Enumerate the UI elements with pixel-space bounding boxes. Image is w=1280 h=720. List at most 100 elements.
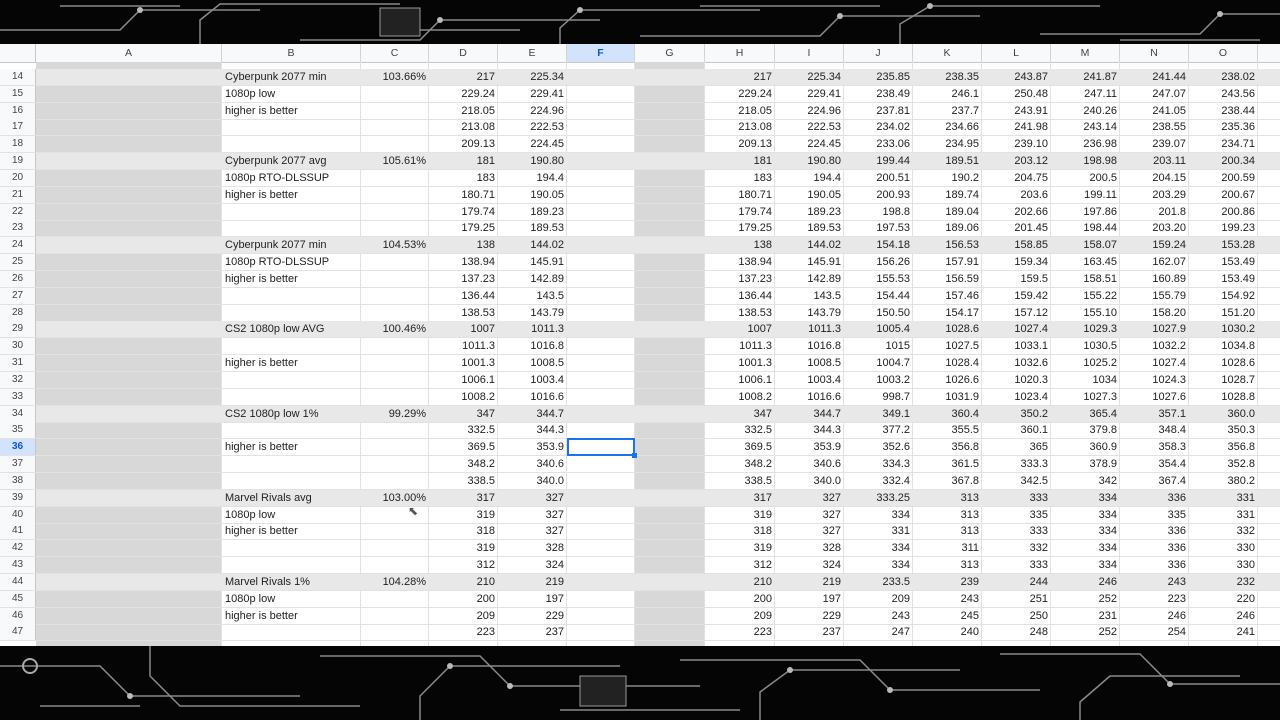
cell-e[interactable]: 327 <box>498 523 567 539</box>
cell-d[interactable]: 312 <box>429 557 498 573</box>
cell-i[interactable]: 328 <box>775 540 844 556</box>
cell-m[interactable]: 231 <box>1051 608 1120 624</box>
cell-e[interactable]: 219 <box>498 574 567 590</box>
cell-b[interactable]: higher is better <box>222 439 361 455</box>
cell-l[interactable]: 1023.4 <box>982 389 1051 405</box>
cell-j[interactable]: 247 <box>844 624 913 640</box>
cell-d[interactable]: 1007 <box>429 321 498 337</box>
cell-o[interactable]: 199.23 <box>1189 220 1258 236</box>
cell-m[interactable]: 155.10 <box>1051 305 1120 321</box>
cell-o[interactable]: 331 <box>1189 490 1258 506</box>
cell-j[interactable]: 233.5 <box>844 574 913 590</box>
cell-i[interactable]: 225.34 <box>775 69 844 85</box>
cell-k[interactable]: 189.74 <box>913 187 982 203</box>
cell-e[interactable]: 1008.5 <box>498 355 567 371</box>
row-header[interactable]: 25 <box>0 254 36 270</box>
cell-k[interactable]: 238.35 <box>913 69 982 85</box>
cell-m[interactable]: 1025.2 <box>1051 355 1120 371</box>
cell-h[interactable]: 210 <box>705 574 775 590</box>
cell-l[interactable]: 159.34 <box>982 254 1051 270</box>
cell-j[interactable]: 331 <box>844 523 913 539</box>
cell-j[interactable]: 198.8 <box>844 204 913 220</box>
cell-m[interactable]: 379.8 <box>1051 422 1120 438</box>
cell-n[interactable]: 336 <box>1120 540 1189 556</box>
cell-k[interactable]: 360.4 <box>913 406 982 422</box>
cell-b[interactable]: 1080p low <box>222 591 361 607</box>
cell-e[interactable]: 197 <box>498 591 567 607</box>
cell-j[interactable]: 154.18 <box>844 237 913 253</box>
cell-k[interactable]: 313 <box>913 490 982 506</box>
cell-j[interactable]: 235.85 <box>844 69 913 85</box>
cell-b[interactable]: Marvel Rivals 1% <box>222 574 361 590</box>
cell-j[interactable]: 200.93 <box>844 187 913 203</box>
cell-m[interactable]: 155.22 <box>1051 288 1120 304</box>
cell-i[interactable]: 143.79 <box>775 305 844 321</box>
cell-o[interactable]: 153.49 <box>1189 254 1258 270</box>
cell-d[interactable]: 332.5 <box>429 422 498 438</box>
cell-k[interactable]: 245 <box>913 608 982 624</box>
cell-o[interactable]: 220 <box>1189 591 1258 607</box>
row-header[interactable]: 17 <box>0 119 36 135</box>
cell-d[interactable]: 209 <box>429 608 498 624</box>
cell-n[interactable]: 162.07 <box>1120 254 1189 270</box>
cell-j[interactable]: 200.51 <box>844 170 913 186</box>
cell-n[interactable]: 238.55 <box>1120 119 1189 135</box>
cell-j[interactable]: 150.50 <box>844 305 913 321</box>
cell-n[interactable]: 239.07 <box>1120 136 1189 152</box>
cell-j[interactable]: 1015 <box>844 338 913 354</box>
cell-c[interactable]: 103.00% <box>361 490 429 506</box>
cell-n[interactable]: 357.1 <box>1120 406 1189 422</box>
cell-b[interactable]: 1080p RTO-DLSSUP <box>222 170 361 186</box>
column-header-g[interactable]: G <box>635 44 705 62</box>
cell-k[interactable]: 1028.4 <box>913 355 982 371</box>
cell-k[interactable]: 313 <box>913 523 982 539</box>
row-header[interactable]: 28 <box>0 305 36 321</box>
cell-h[interactable]: 348.2 <box>705 456 775 472</box>
cell-b[interactable]: Cyberpunk 2077 min <box>222 69 361 85</box>
cell-n[interactable]: 203.11 <box>1120 153 1189 169</box>
cell-h[interactable]: 209 <box>705 608 775 624</box>
cell-e[interactable]: 145.91 <box>498 254 567 270</box>
row-header[interactable]: 37 <box>0 456 36 472</box>
row-header[interactable]: 36 <box>0 439 36 455</box>
cell-o[interactable]: 1028.8 <box>1189 389 1258 405</box>
row-header[interactable]: 14 <box>0 69 36 85</box>
row-header[interactable]: 46 <box>0 608 36 624</box>
column-header-f[interactable]: F <box>567 44 635 62</box>
cell-l[interactable]: 342.5 <box>982 473 1051 489</box>
cell-e[interactable]: 142.89 <box>498 271 567 287</box>
cell-i[interactable]: 194.4 <box>775 170 844 186</box>
cell-k[interactable]: 156.53 <box>913 237 982 253</box>
cell-j[interactable]: 238.49 <box>844 86 913 102</box>
cell-i[interactable]: 189.23 <box>775 204 844 220</box>
cell-e[interactable]: 189.23 <box>498 204 567 220</box>
cell-l[interactable]: 239.10 <box>982 136 1051 152</box>
cell-k[interactable]: 240 <box>913 624 982 640</box>
cell-c[interactable]: 103.66% <box>361 69 429 85</box>
cell-n[interactable]: 155.79 <box>1120 288 1189 304</box>
cell-m[interactable]: 334 <box>1051 523 1120 539</box>
cell-m[interactable]: 241.87 <box>1051 69 1120 85</box>
cell-j[interactable]: 334 <box>844 540 913 556</box>
cell-j[interactable]: 197.53 <box>844 220 913 236</box>
cell-h[interactable]: 312 <box>705 557 775 573</box>
cell-o[interactable]: 200.67 <box>1189 187 1258 203</box>
cell-k[interactable]: 1028.6 <box>913 321 982 337</box>
cell-i[interactable]: 237 <box>775 624 844 640</box>
cell-i[interactable]: 327 <box>775 490 844 506</box>
cell-m[interactable]: 365.4 <box>1051 406 1120 422</box>
cell-o[interactable]: 350.3 <box>1189 422 1258 438</box>
row-header[interactable]: 16 <box>0 103 36 119</box>
cell-o[interactable]: 153.28 <box>1189 237 1258 253</box>
cell-e[interactable]: 324 <box>498 557 567 573</box>
active-cell-selection[interactable] <box>567 438 635 456</box>
cell-d[interactable]: 136.44 <box>429 288 498 304</box>
cell-o[interactable]: 330 <box>1189 557 1258 573</box>
cell-k[interactable]: 1031.9 <box>913 389 982 405</box>
cell-m[interactable]: 198.98 <box>1051 153 1120 169</box>
cell-j[interactable]: 237.81 <box>844 103 913 119</box>
cell-d[interactable]: 138.94 <box>429 254 498 270</box>
cell-m[interactable]: 334 <box>1051 490 1120 506</box>
cell-e[interactable]: 1003.4 <box>498 372 567 388</box>
cell-b[interactable]: CS2 1080p low 1% <box>222 406 361 422</box>
